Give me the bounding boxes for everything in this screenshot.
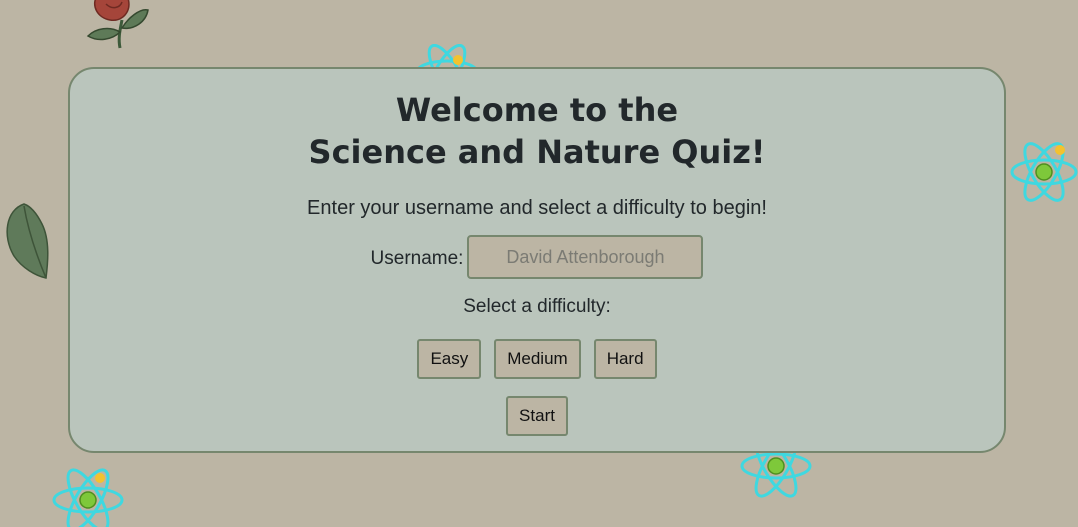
quiz-start-panel: Welcome to the Science and Nature Quiz! … [68,67,1006,453]
username-input[interactable] [467,235,704,279]
difficulty-options: Easy Medium Hard [70,339,1004,379]
username-label: Username: [370,248,464,269]
difficulty-hard-button[interactable]: Hard [593,339,657,379]
leaf-icon [6,203,49,279]
title-line-1: Welcome to the [395,91,679,129]
difficulty-label: Select a difficulty: [463,296,611,317]
page-title: Welcome to the Science and Nature Quiz! [70,89,1004,173]
title-line-2: Science and Nature Quiz! [308,133,766,171]
start-button[interactable]: Start [506,396,568,436]
intro-text: Enter your username and select a difficu… [307,197,767,219]
start-row: Start [70,396,1004,436]
difficulty-easy-button[interactable]: Easy [417,339,482,379]
difficulty-medium-button[interactable]: Medium [494,339,581,379]
atom-icon [1010,142,1078,202]
username-row: Username: [70,235,1004,279]
atom-icon [52,468,124,527]
rose-icon [86,0,149,49]
